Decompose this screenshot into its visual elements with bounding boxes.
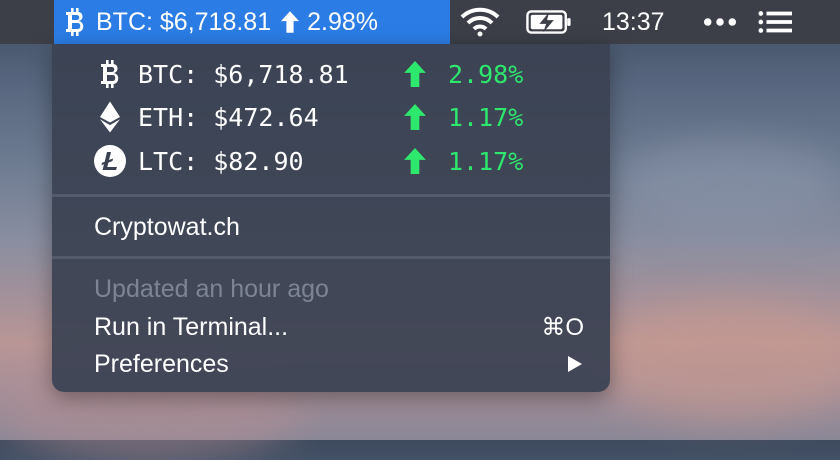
coin-price: ETH: $472.64 bbox=[138, 102, 319, 132]
up-arrow-icon bbox=[404, 148, 426, 174]
battery-charging-icon bbox=[526, 10, 571, 34]
bitcoin-icon bbox=[94, 58, 126, 90]
bitcoin-icon bbox=[66, 8, 84, 36]
preferences-label: Preferences bbox=[94, 349, 229, 378]
keyboard-shortcut: ⌘O bbox=[541, 313, 584, 341]
wifi-icon bbox=[460, 7, 500, 37]
menu-bar: BTC: $6,718.81 2.98% 13:37 bbox=[0, 0, 840, 44]
menu-separator bbox=[52, 194, 610, 197]
coin-change: 1.17% bbox=[448, 102, 524, 132]
updated-status: Updated an hour ago bbox=[94, 272, 584, 306]
updated-status-label: Updated an hour ago bbox=[94, 274, 329, 303]
menu-separator bbox=[52, 256, 610, 259]
up-arrow-icon bbox=[281, 11, 300, 33]
up-arrow-icon bbox=[404, 104, 426, 130]
crypto-ticker-menu[interactable]: BTC: $6,718.81 2.98% bbox=[54, 0, 450, 44]
submenu-arrow-icon bbox=[568, 356, 582, 372]
coin-row-ltc[interactable]: LTC: $82.90 1.17% bbox=[94, 141, 523, 181]
coin-row-btc[interactable]: BTC: $6,718.81 2.98% bbox=[94, 54, 523, 94]
clock[interactable]: 13:37 bbox=[602, 0, 665, 44]
list-icon bbox=[758, 11, 792, 33]
coin-change: 1.17% bbox=[448, 146, 524, 176]
run-in-terminal-label: Run in Terminal... bbox=[94, 312, 289, 341]
wifi-status[interactable] bbox=[460, 0, 500, 44]
coin-row-eth[interactable]: ETH: $472.64 1.17% bbox=[94, 97, 523, 137]
coin-price: LTC: $82.90 bbox=[138, 146, 304, 176]
coin-change: 2.98% bbox=[448, 59, 524, 89]
cryptowatch-link[interactable]: Cryptowat.ch bbox=[94, 210, 584, 244]
cryptowatch-link-label: Cryptowat.ch bbox=[94, 212, 240, 241]
more-menu[interactable] bbox=[703, 0, 737, 44]
ethereum-icon bbox=[94, 101, 126, 133]
battery-status[interactable] bbox=[526, 0, 572, 44]
ticker-change: 2.98% bbox=[307, 7, 379, 36]
coin-price: BTC: $6,718.81 bbox=[138, 59, 349, 89]
preferences-item[interactable]: Preferences bbox=[94, 347, 584, 381]
notification-center-button[interactable] bbox=[758, 0, 792, 44]
litecoin-icon bbox=[94, 145, 126, 177]
up-arrow-icon bbox=[404, 61, 426, 87]
ticker-price: BTC: $6,718.81 bbox=[96, 7, 272, 36]
crypto-dropdown-menu: BTC: $6,718.81 2.98% ETH: $472.64 1.17% … bbox=[52, 44, 610, 392]
more-dots-icon bbox=[703, 18, 737, 26]
run-in-terminal-item[interactable]: Run in Terminal... ⌘O bbox=[94, 310, 584, 344]
